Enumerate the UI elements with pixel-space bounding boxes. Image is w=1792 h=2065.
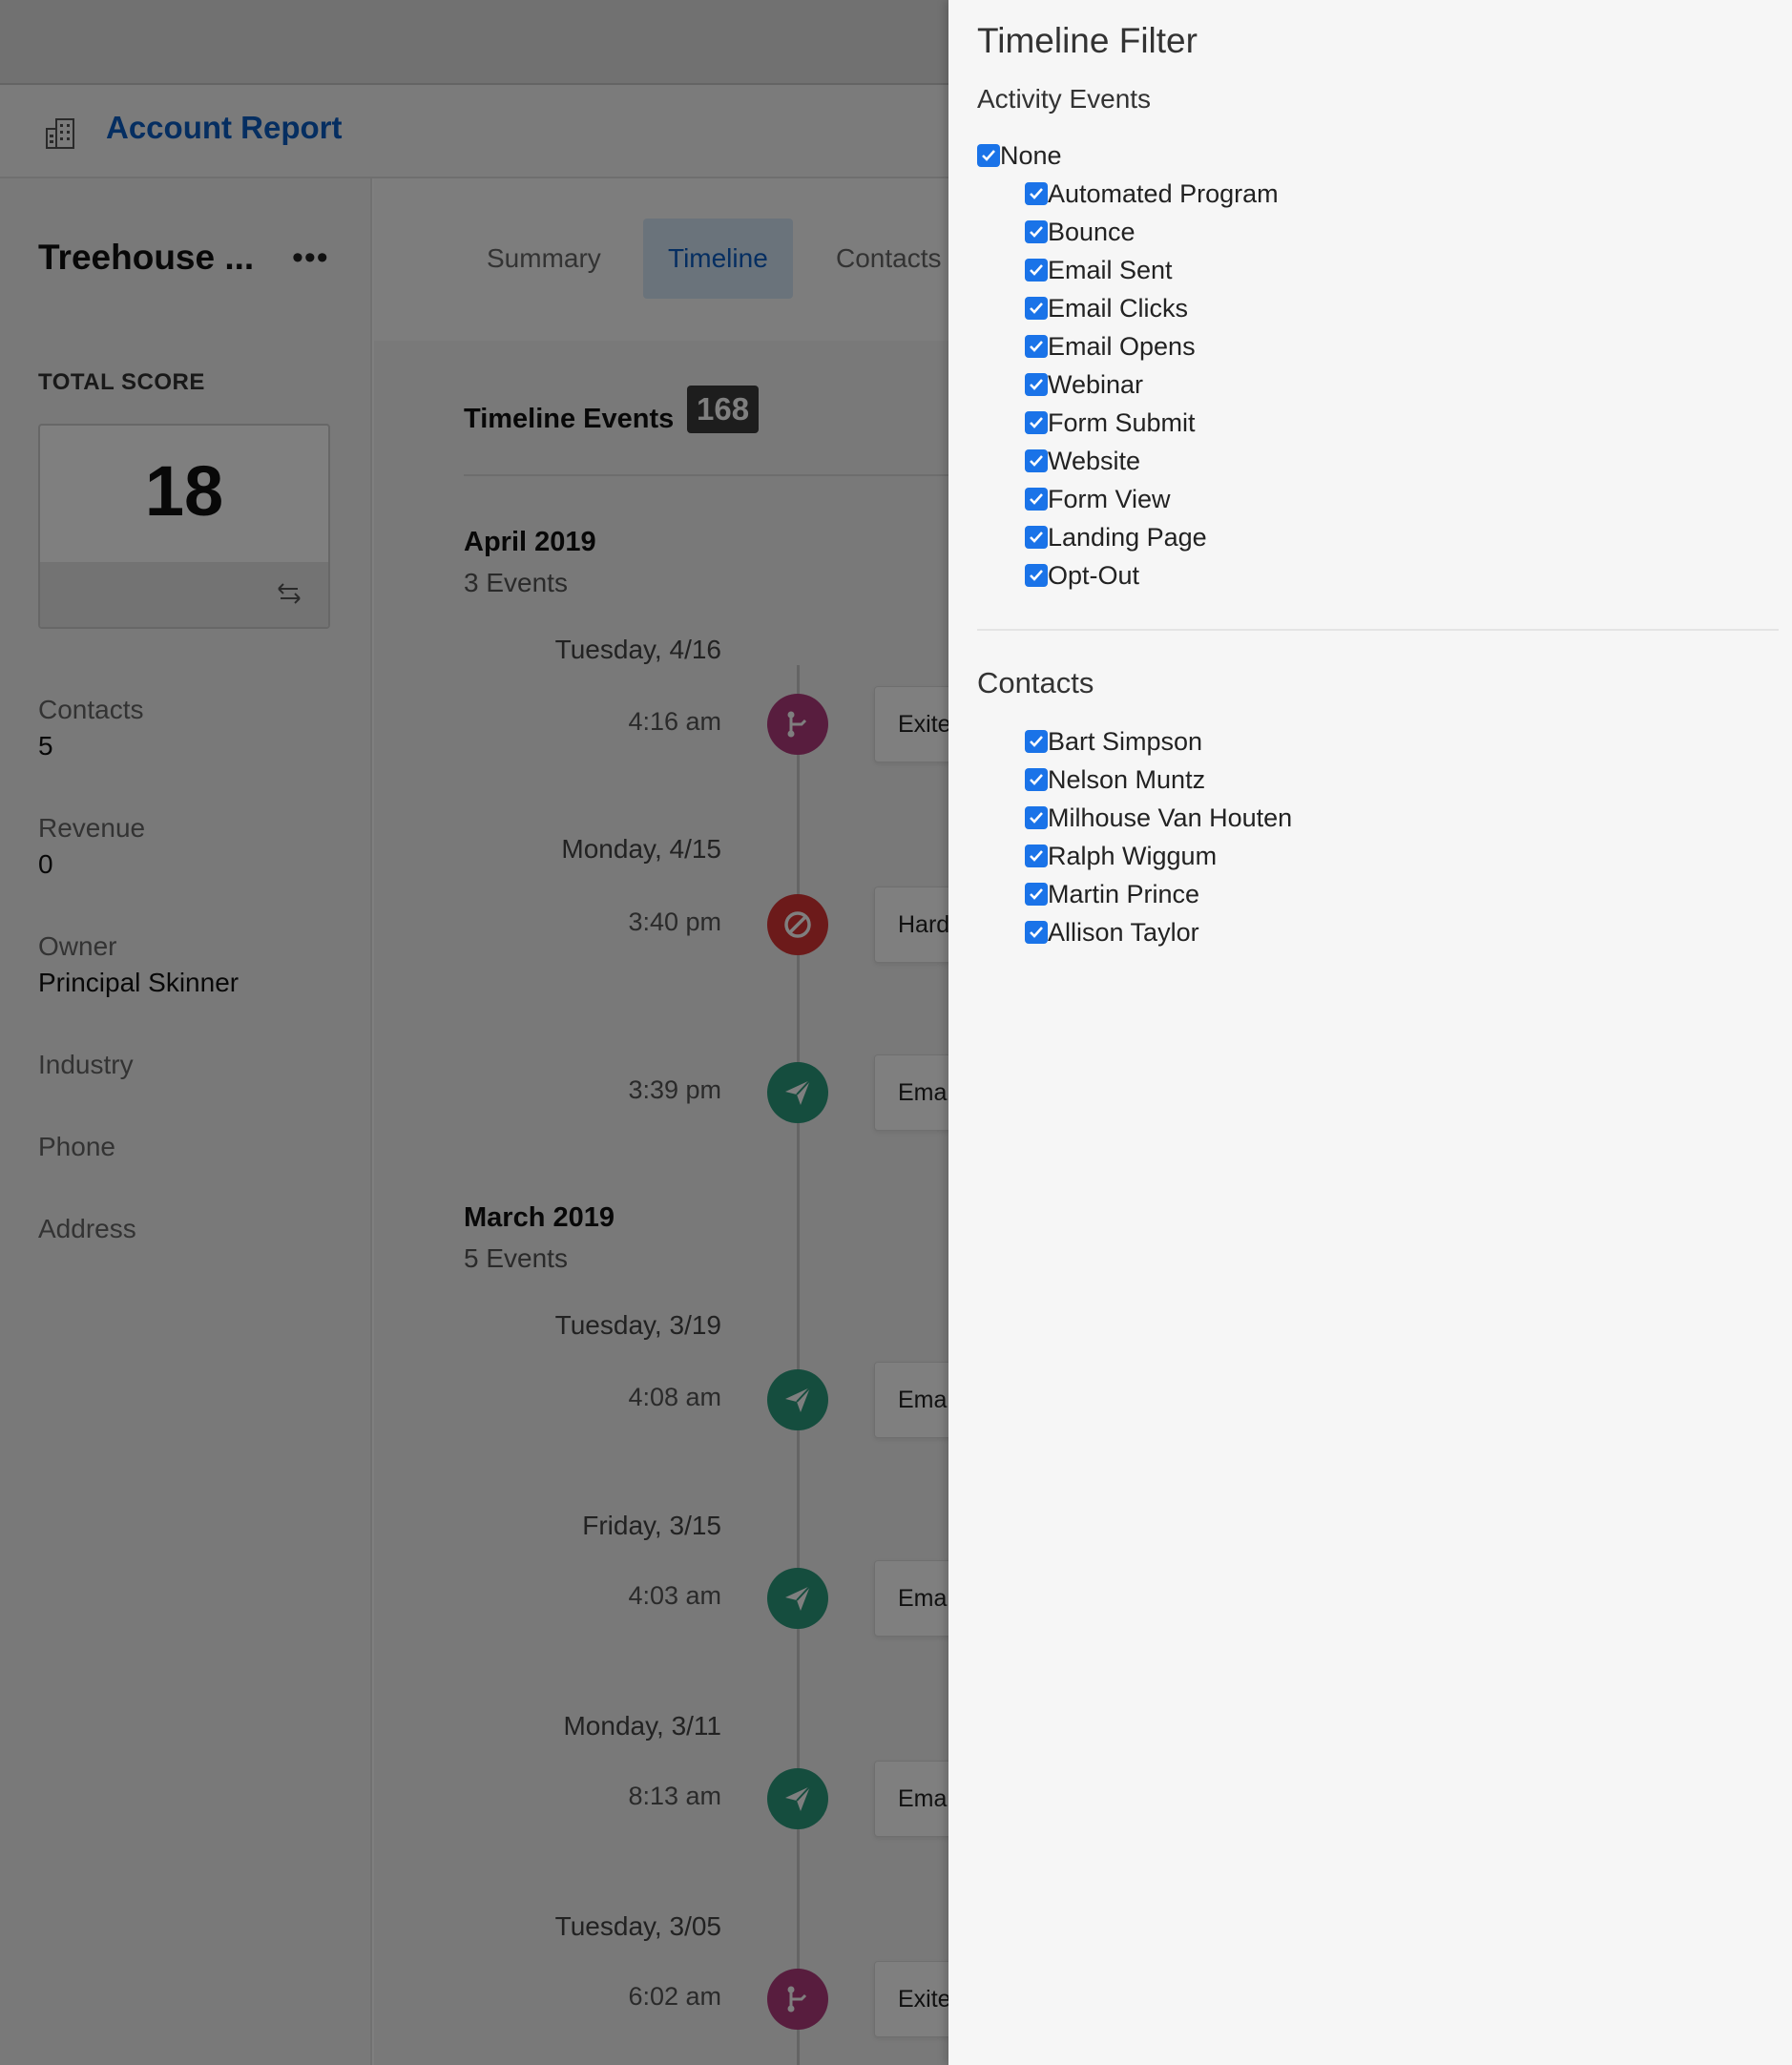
checkbox-checked-icon[interactable] — [1025, 921, 1048, 944]
checkbox-checked-icon[interactable] — [1025, 373, 1048, 396]
checkbox-checked-icon[interactable] — [1025, 845, 1048, 867]
checkbox-checked-icon[interactable] — [1025, 220, 1048, 243]
checkbox-checked-icon[interactable] — [1025, 488, 1048, 511]
checkbox-checked-icon[interactable] — [1025, 297, 1048, 320]
checkbox-checked-icon[interactable] — [1025, 883, 1048, 906]
checkbox-checked-icon[interactable] — [1025, 449, 1048, 472]
checkbox-label: Martin Prince — [1048, 879, 1200, 908]
checkbox-checked-icon[interactable] — [977, 144, 1000, 167]
checkbox-checked-icon[interactable] — [1025, 768, 1048, 791]
checkbox-label: None — [1000, 140, 1062, 170]
checkbox-checked-icon[interactable] — [1025, 411, 1048, 434]
checkbox-checked-icon[interactable] — [1025, 730, 1048, 753]
checkbox-label: Opt-Out — [1048, 560, 1140, 590]
checkbox-label: Automated Program — [1048, 178, 1279, 208]
checkbox-label: Nelson Muntz — [1048, 764, 1206, 794]
filter-activity-checkbox[interactable]: Form View — [1025, 480, 1171, 518]
filter-activity-checkbox[interactable]: Automated Program — [1025, 175, 1279, 213]
checkbox-label: Email Sent — [1048, 255, 1173, 284]
checkbox-checked-icon[interactable] — [1025, 182, 1048, 205]
checkbox-label: Email Opens — [1048, 331, 1196, 361]
filter-activity-checkbox[interactable]: Opt-Out — [1025, 556, 1139, 594]
checkbox-label: Allison Taylor — [1048, 917, 1199, 947]
filter-activity-checkbox[interactable]: Webinar — [1025, 365, 1143, 404]
contacts-filter-label: Contacts — [977, 666, 1094, 699]
filter-contact-checkbox[interactable]: Milhouse Van Houten — [1025, 799, 1292, 837]
checkbox-checked-icon[interactable] — [1025, 806, 1048, 829]
checkbox-label: Bart Simpson — [1048, 726, 1203, 756]
checkbox-checked-icon[interactable] — [1025, 526, 1048, 549]
activity-events-label: Activity Events — [977, 84, 1152, 114]
checkbox-label: Form View — [1048, 484, 1171, 513]
filter-activity-checkbox[interactable]: Website — [1025, 442, 1140, 480]
filter-title: Timeline Filter — [977, 21, 1198, 60]
filter-contact-checkbox[interactable]: Ralph Wiggum — [1025, 837, 1217, 875]
checkbox-label: Ralph Wiggum — [1048, 841, 1218, 870]
filter-none-checkbox[interactable]: None — [977, 136, 1062, 175]
filter-contact-checkbox[interactable]: Martin Prince — [1025, 875, 1199, 913]
filter-contact-checkbox[interactable]: Allison Taylor — [1025, 913, 1199, 951]
filter-activity-checkbox[interactable]: Landing Page — [1025, 518, 1207, 556]
filter-activity-checkbox[interactable]: Bounce — [1025, 213, 1136, 251]
checkbox-label: Form Submit — [1048, 407, 1196, 437]
filter-activity-checkbox[interactable]: Email Clicks — [1025, 289, 1188, 327]
checkbox-label: Email Clicks — [1048, 293, 1189, 323]
checkbox-checked-icon[interactable] — [1025, 335, 1048, 358]
checkbox-checked-icon[interactable] — [1025, 259, 1048, 282]
checkbox-label: Landing Page — [1048, 522, 1207, 552]
checkbox-label: Website — [1048, 446, 1141, 475]
checkbox-checked-icon[interactable] — [1025, 564, 1048, 587]
filter-contact-checkbox[interactable]: Nelson Muntz — [1025, 761, 1205, 799]
checkbox-label: Webinar — [1048, 369, 1144, 399]
divider — [977, 629, 1779, 631]
checkbox-label: Bounce — [1048, 217, 1136, 246]
filter-activity-checkbox[interactable]: Email Sent — [1025, 251, 1173, 289]
filter-activity-checkbox[interactable]: Form Submit — [1025, 404, 1196, 442]
checkbox-label: Milhouse Van Houten — [1048, 803, 1293, 832]
filter-contact-checkbox[interactable]: Bart Simpson — [1025, 722, 1202, 761]
filter-activity-checkbox[interactable]: Email Opens — [1025, 327, 1196, 365]
timeline-filter-panel: Timeline Filter Activity Events None Aut… — [948, 0, 1792, 2065]
